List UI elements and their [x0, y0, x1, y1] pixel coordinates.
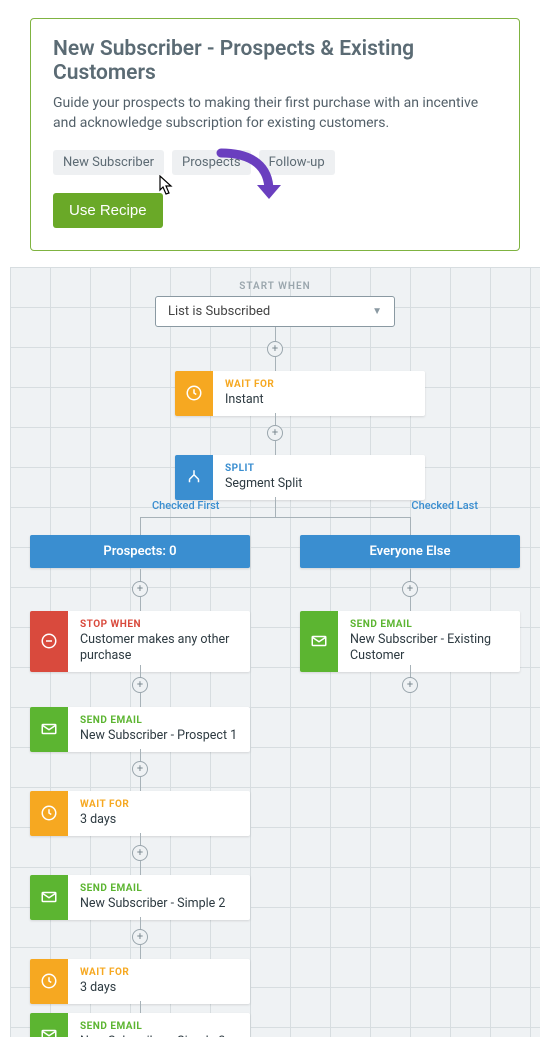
- add-step-button[interactable]: +: [132, 929, 148, 945]
- clock-icon: [30, 959, 68, 1004]
- node-wait-3-days-2[interactable]: WAIT FOR 3 days: [30, 959, 250, 1004]
- add-step-button[interactable]: +: [132, 677, 148, 693]
- connector: [140, 777, 141, 791]
- node-email-simple-2[interactable]: SEND EMAIL New Subscriber - Simple 2: [30, 875, 250, 920]
- trigger-dropdown[interactable]: List is Subscribed ▼: [155, 296, 395, 327]
- split-icon: [175, 455, 213, 500]
- node-text: Instant: [225, 392, 413, 408]
- email-icon: [300, 611, 338, 673]
- stop-icon: [30, 611, 68, 673]
- kicker: WAIT FOR: [80, 799, 238, 810]
- email-icon: [30, 1013, 68, 1037]
- node-email-prospect-1[interactable]: SEND EMAIL New Subscriber - Prospect 1: [30, 707, 250, 752]
- node-text: New Subscriber - Simple 3: [80, 1034, 238, 1037]
- branch-everyone-else[interactable]: Everyone Else: [300, 535, 520, 568]
- add-step-button[interactable]: +: [267, 341, 283, 357]
- node-segment-split[interactable]: SPLIT Segment Split: [175, 455, 425, 500]
- node-email-simple-3[interactable]: SEND EMAIL New Subscriber - Simple 3: [30, 1013, 250, 1037]
- node-text: New Subscriber - Simple 2: [80, 896, 238, 912]
- add-step-button[interactable]: +: [132, 761, 148, 777]
- kicker: WAIT FOR: [225, 379, 413, 390]
- add-step-button[interactable]: +: [132, 581, 148, 597]
- tag-list: New Subscriber Prospects Follow-up: [53, 150, 497, 175]
- connector: [410, 597, 411, 611]
- node-wait-3-days-1[interactable]: WAIT FOR 3 days: [30, 791, 250, 836]
- add-step-button[interactable]: +: [402, 677, 418, 693]
- tag-new-subscriber[interactable]: New Subscriber: [53, 150, 164, 175]
- connector: [140, 861, 141, 875]
- connector: [140, 517, 141, 535]
- kicker: SEND EMAIL: [350, 619, 508, 630]
- kicker: SEND EMAIL: [80, 1021, 238, 1032]
- node-stop-when[interactable]: STOP WHEN Customer makes any other purch…: [30, 611, 250, 673]
- add-step-button[interactable]: +: [132, 845, 148, 861]
- branch-label-right: Checked Last: [411, 499, 478, 512]
- node-email-existing-customer[interactable]: SEND EMAIL New Subscriber - Existing Cus…: [300, 611, 520, 673]
- add-step-button[interactable]: +: [402, 581, 418, 597]
- node-text: New Subscriber - Existing Customer: [350, 632, 508, 665]
- node-text: New Subscriber - Prospect 1: [80, 728, 238, 744]
- automation-canvas: START WHEN List is Subscribed ▼ + WAIT F…: [10, 267, 540, 1037]
- use-recipe-button[interactable]: Use Recipe: [53, 193, 163, 228]
- tag-prospects[interactable]: Prospects: [172, 150, 251, 175]
- connector: [275, 357, 276, 371]
- email-icon: [30, 707, 68, 752]
- trigger-value: List is Subscribed: [168, 304, 270, 319]
- connector: [140, 517, 410, 518]
- connector: [275, 497, 276, 517]
- start-when-label: START WHEN: [10, 281, 540, 292]
- node-wait-instant[interactable]: WAIT FOR Instant: [175, 371, 425, 416]
- connector: [140, 1001, 141, 1013]
- add-step-button[interactable]: +: [267, 425, 283, 441]
- chevron-down-icon: ▼: [372, 306, 382, 317]
- clock-icon: [30, 791, 68, 836]
- connector: [410, 517, 411, 535]
- kicker: SPLIT: [225, 463, 413, 474]
- node-text: Segment Split: [225, 476, 413, 492]
- recipe-description: Guide your prospects to making their fir…: [53, 93, 497, 134]
- recipe-title: New Subscriber - Prospects & Existing Cu…: [53, 37, 497, 85]
- node-text: 3 days: [80, 812, 238, 828]
- tag-follow-up[interactable]: Follow-up: [259, 150, 335, 175]
- recipe-card: New Subscriber - Prospects & Existing Cu…: [30, 18, 520, 251]
- node-text: Customer makes any other purchase: [80, 632, 238, 665]
- kicker: STOP WHEN: [80, 619, 238, 630]
- kicker: SEND EMAIL: [80, 883, 238, 894]
- connector: [275, 441, 276, 455]
- kicker: WAIT FOR: [80, 967, 238, 978]
- kicker: SEND EMAIL: [80, 715, 238, 726]
- branch-prospects[interactable]: Prospects: 0: [30, 535, 250, 568]
- branch-label-left: Checked First: [152, 499, 219, 512]
- connector: [140, 693, 141, 707]
- connector: [140, 597, 141, 611]
- clock-icon: [175, 371, 213, 416]
- node-text: 3 days: [80, 980, 238, 996]
- email-icon: [30, 875, 68, 920]
- connector: [140, 945, 141, 959]
